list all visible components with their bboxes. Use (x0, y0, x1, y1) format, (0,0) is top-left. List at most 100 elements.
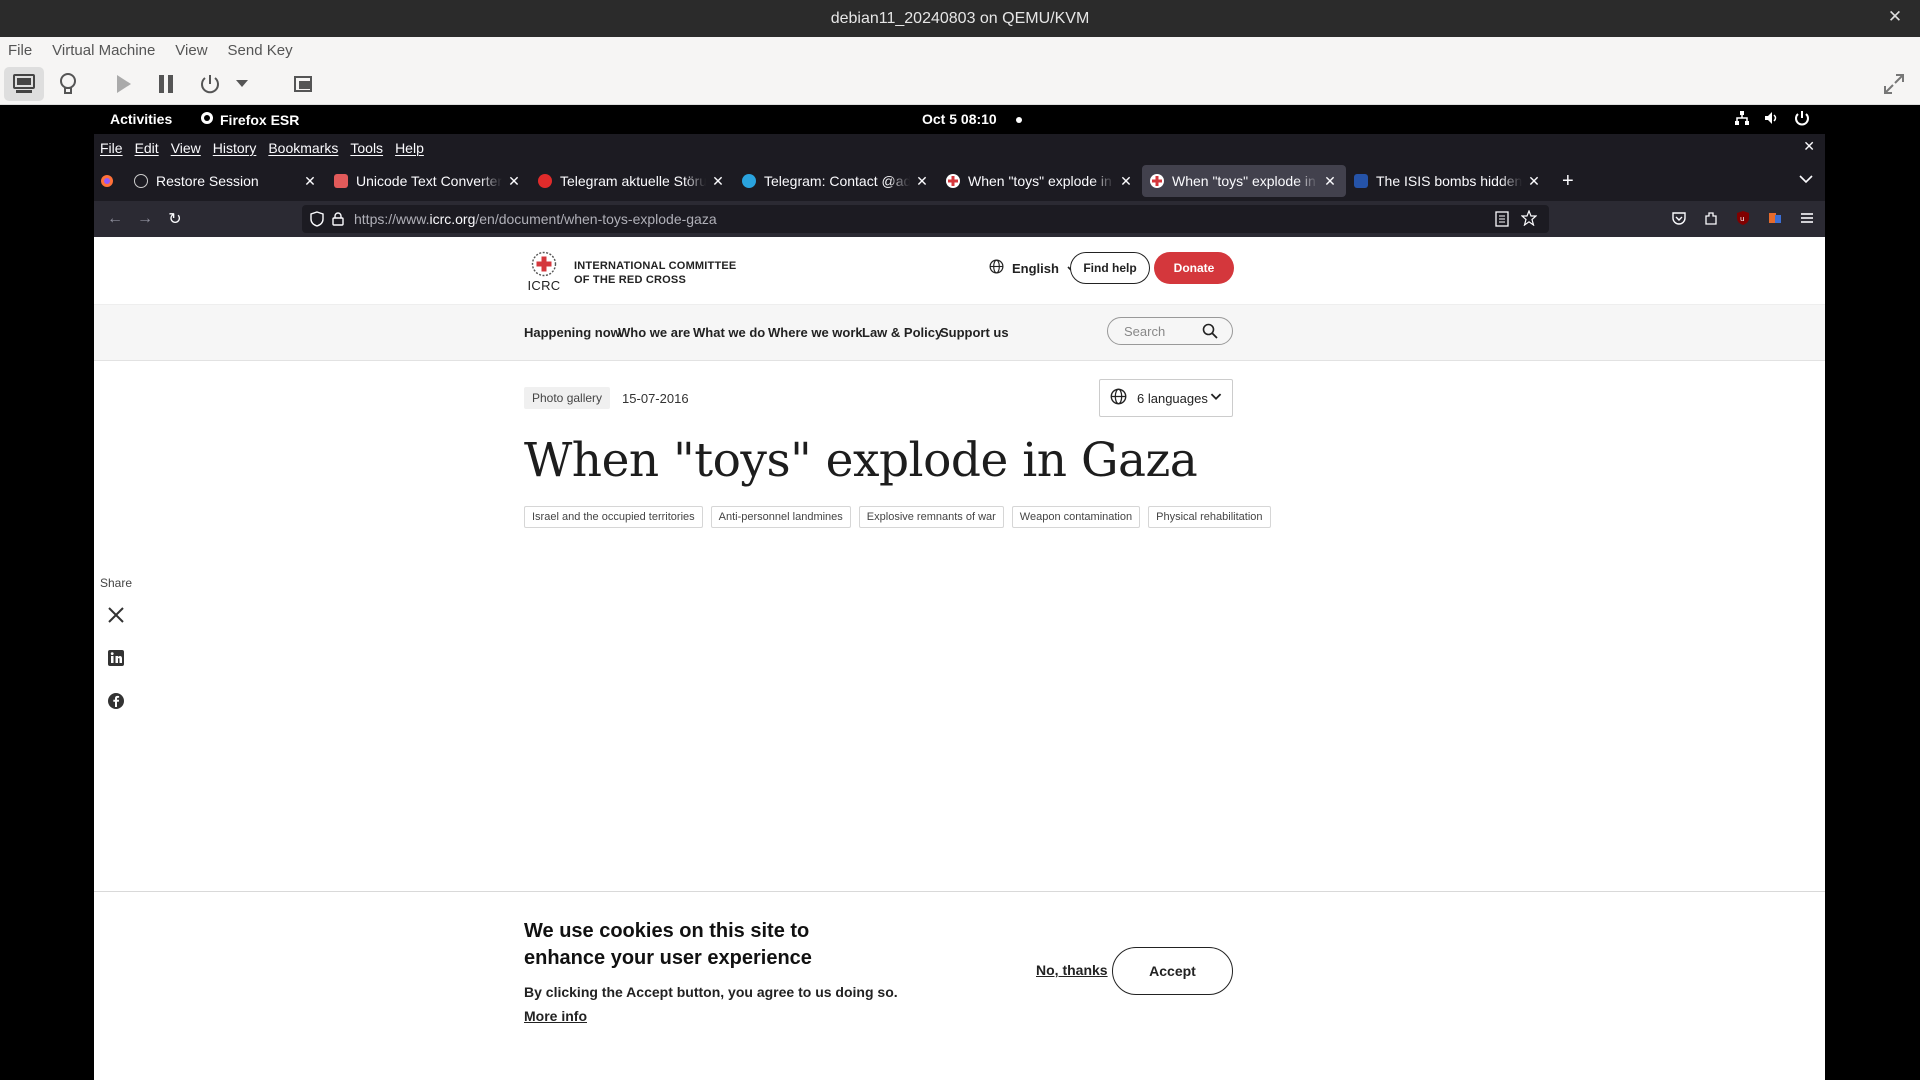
firefox-view-icon[interactable] (100, 174, 126, 188)
tag-weapon-contamination[interactable]: Weapon contamination (1011, 506, 1141, 528)
nav-where-we-work[interactable]: Where we work (768, 325, 863, 340)
accept-button[interactable]: Accept (1112, 947, 1233, 995)
forward-arrow-icon[interactable]: → (130, 210, 160, 228)
app-name: Firefox ESR (220, 111, 300, 128)
vm-close-icon[interactable]: ✕ (1884, 6, 1906, 28)
extensions-icon[interactable] (1703, 210, 1719, 229)
pocket-icon[interactable] (1671, 210, 1687, 229)
menu-history[interactable]: History (213, 140, 257, 156)
tab-isis-bombs[interactable]: The ISIS bombs hidden in ✕ (1346, 165, 1550, 197)
vm-menu-view[interactable]: View (175, 42, 207, 59)
menu-edit[interactable]: Edit (135, 140, 159, 156)
activities-button[interactable]: Activities (110, 111, 172, 127)
share-bar: Share (100, 576, 132, 721)
tab-close-icon[interactable]: ✕ (1322, 173, 1338, 190)
bookmark-star-icon[interactable] (1520, 209, 1538, 229)
tab-telegram-stoerung[interactable]: Telegram aktuelle Störun ✕ (530, 165, 734, 197)
menu-tools[interactable]: Tools (350, 140, 383, 156)
language-selector[interactable]: English (989, 259, 1077, 277)
pause-icon[interactable] (146, 67, 186, 101)
tab-close-icon[interactable]: ✕ (914, 173, 930, 190)
power-icon[interactable] (190, 67, 230, 101)
url-bar[interactable]: https://www.icrc.org/en/document/when-to… (302, 205, 1549, 233)
hamburger-menu-icon[interactable] (1799, 210, 1815, 229)
linkedin-icon[interactable] (107, 649, 125, 672)
tag-physical-rehabilitation[interactable]: Physical rehabilitation (1148, 506, 1271, 528)
play-icon[interactable] (104, 67, 144, 101)
tab-close-icon[interactable]: ✕ (1526, 173, 1542, 190)
monitor-icon[interactable] (4, 67, 44, 101)
new-tab-icon[interactable]: + (1562, 170, 1574, 193)
languages-label: 6 languages (1137, 390, 1208, 406)
cookie-description: By clicking the Accept button, you agree… (524, 984, 898, 1000)
main-navigation: Happening now Who we are What we do Wher… (94, 305, 1825, 361)
vm-menu-virtual-machine[interactable]: Virtual Machine (52, 42, 155, 59)
tag-anti-personnel-landmines[interactable]: Anti-personnel landmines (710, 506, 851, 528)
donate-button[interactable]: Donate (1154, 252, 1234, 284)
ublock-icon[interactable]: u (1735, 210, 1751, 229)
tab-restore-session[interactable]: Restore Session ✕ (126, 165, 326, 197)
menu-file[interactable]: File (100, 140, 123, 156)
tab-title: When "toys" explode in G (1172, 173, 1318, 189)
nav-law-policy[interactable]: Law & Policy (862, 325, 942, 340)
chevron-down-icon (1210, 389, 1222, 404)
reader-view-icon[interactable] (1495, 211, 1509, 230)
url-text[interactable]: https://www.icrc.org/en/document/when-to… (354, 211, 717, 227)
tab-close-icon[interactable]: ✕ (302, 173, 318, 190)
tab-telegram-contact[interactable]: Telegram: Contact @adh ✕ (734, 165, 938, 197)
tag-explosive-remnants-of-war[interactable]: Explosive remnants of war (858, 506, 1004, 528)
icrc-logo[interactable]: ICRC INTERNATIONAL COMMITTEE OF THE RED … (524, 251, 736, 295)
red-cross-icon (1150, 174, 1164, 188)
nav-who-we-are[interactable]: Who we are (618, 325, 690, 340)
tab-icrc-2-active[interactable]: When "toys" explode in G ✕ (1142, 165, 1346, 197)
vm-toolbar (0, 63, 1920, 105)
languages-dropdown[interactable]: 6 languages (1099, 379, 1233, 417)
back-arrow-icon[interactable]: ← (100, 210, 130, 228)
nav-support-us[interactable]: Support us (940, 325, 1009, 340)
menu-view[interactable]: View (171, 140, 201, 156)
tab-list-chevron-icon[interactable] (1799, 171, 1813, 187)
chevron-down-icon[interactable] (230, 67, 254, 101)
search-icon[interactable] (1202, 323, 1218, 342)
network-icon (1734, 110, 1750, 129)
svg-text:u: u (1740, 215, 1744, 223)
navigation-toolbar: ← → ↻ https://www.icrc.org/en/document/w… (94, 201, 1825, 237)
shield-icon[interactable] (310, 211, 324, 227)
tab-close-icon[interactable]: ✕ (1118, 173, 1134, 190)
no-thanks-button[interactable]: No, thanks (1036, 962, 1108, 978)
vm-menubar: File Virtual Machine View Send Key (0, 37, 1920, 63)
more-info-link[interactable]: More info (524, 1008, 587, 1024)
logo-line-2: OF THE RED CROSS (574, 274, 686, 286)
info-icon (134, 174, 148, 188)
translate-extension-icon[interactable] (1767, 210, 1783, 229)
search-placeholder: Search (1124, 323, 1166, 339)
globe-icon (989, 259, 1004, 277)
clock[interactable]: Oct 5 08:10 (922, 111, 997, 127)
menu-bookmarks[interactable]: Bookmarks (268, 140, 338, 156)
x-twitter-icon[interactable] (107, 606, 125, 629)
lightbulb-icon[interactable] (48, 67, 88, 101)
article-date: 15-07-2016 (622, 390, 689, 406)
find-help-button[interactable]: Find help (1070, 252, 1150, 284)
search-input[interactable]: Search (1107, 317, 1233, 345)
tab-icrc-1[interactable]: When "toys" explode in G ✕ (938, 165, 1142, 197)
tag-israel-occupied-territories[interactable]: Israel and the occupied territories (524, 506, 703, 528)
nav-what-we-do[interactable]: What we do (693, 325, 765, 340)
facebook-icon[interactable] (107, 692, 125, 715)
content-type-badge[interactable]: Photo gallery (524, 387, 611, 409)
tab-close-icon[interactable]: ✕ (506, 173, 522, 190)
system-status[interactable] (1734, 110, 1810, 129)
menu-help[interactable]: Help (395, 140, 424, 156)
tab-close-icon[interactable]: ✕ (710, 173, 726, 190)
app-menu[interactable]: Firefox ESR (200, 111, 299, 128)
screenshot-icon[interactable] (284, 67, 324, 101)
lock-icon[interactable] (332, 212, 344, 226)
nav-happening-now[interactable]: Happening now (524, 325, 621, 340)
globe-icon (1110, 388, 1127, 408)
reload-icon[interactable]: ↻ (160, 209, 190, 229)
tab-unicode-converter[interactable]: Unicode Text Converter - ✕ (326, 165, 530, 197)
window-close-icon[interactable]: ✕ (1803, 138, 1815, 155)
vm-menu-file[interactable]: File (8, 42, 32, 59)
fullscreen-icon[interactable] (1874, 67, 1914, 101)
vm-menu-send-key[interactable]: Send Key (228, 42, 293, 59)
